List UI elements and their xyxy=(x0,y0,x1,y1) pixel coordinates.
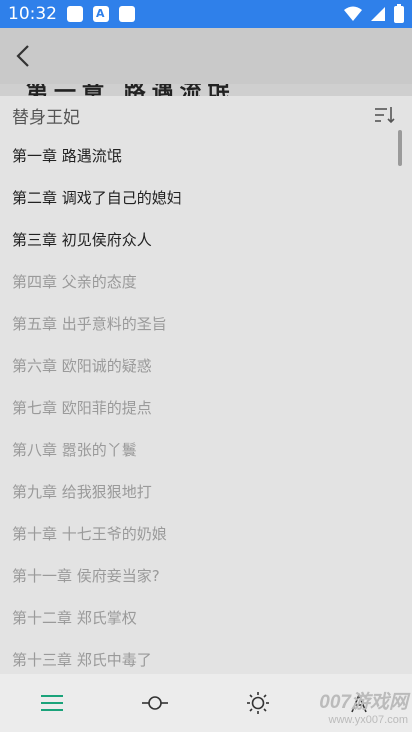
chapter-title: 第七章 欧阳菲的提点 xyxy=(12,398,152,417)
toc-header: 替身王妃 xyxy=(0,96,412,134)
chapter-item[interactable]: 第七章 欧阳菲的提点 xyxy=(0,386,412,428)
chapter-list: 第一章 路遇流氓 第二章 调戏了自己的媳妇 第三章 初见侯府众人 第四章 父亲的… xyxy=(0,134,412,674)
chapter-title: 第八章 嚣张的丫鬟 xyxy=(12,440,137,459)
chapter-title: 第五章 出乎意料的圣旨 xyxy=(12,314,167,333)
chapter-item[interactable]: 第八章 嚣张的丫鬟 xyxy=(0,428,412,470)
chapter-item[interactable]: 第一章 路遇流氓 xyxy=(0,134,412,176)
brightness-button[interactable] xyxy=(234,679,282,727)
wifi-icon xyxy=(344,6,362,21)
progress-slider-icon xyxy=(141,696,168,710)
app-notification-icon xyxy=(93,6,109,22)
sort-icon xyxy=(375,107,395,124)
bottom-toolbar: 007游戏网 www.yx007.com xyxy=(0,674,412,732)
chapter-item[interactable]: 第三章 初见侯府众人 xyxy=(0,218,412,260)
chapter-title: 第九章 给我狠狠地打 xyxy=(12,482,152,501)
book-title: 替身王妃 xyxy=(12,107,80,128)
chapter-title: 第二章 调戏了自己的媳妇 xyxy=(12,188,182,207)
chapter-heading-text: 第一章 路遇流氓 xyxy=(26,84,236,96)
brightness-icon xyxy=(246,692,269,714)
chapter-heading-peek: 第一章 路遇流氓 xyxy=(0,84,412,96)
chapter-title: 第十章 十七王爷的奶娘 xyxy=(12,524,167,543)
watermark-brand: 007游戏网 xyxy=(319,692,408,713)
chapter-item[interactable]: 第十三章 郑氏中毒了 xyxy=(0,638,412,674)
table-of-contents-panel: 替身王妃 第一章 路遇流氓 第二章 调戏了自己的媳妇 第三章 初见侯府众人 第四… xyxy=(0,96,412,674)
chapter-title: 第六章 欧阳诚的疑惑 xyxy=(12,356,152,375)
chapter-item[interactable]: 第十二章 郑氏掌权 xyxy=(0,596,412,638)
status-bar: 10:32 xyxy=(0,0,412,28)
chapter-item[interactable]: 第四章 父亲的态度 xyxy=(0,260,412,302)
app-bar xyxy=(0,28,412,84)
chapter-item[interactable]: 第五章 出乎意料的圣旨 xyxy=(0,302,412,344)
watermark-url: www.yx007.com xyxy=(328,714,408,726)
notification-icon-2 xyxy=(119,6,135,22)
status-time: 10:32 xyxy=(8,4,57,24)
signal-icon xyxy=(371,7,385,21)
chapter-title: 第十一章 侯府妾当家? xyxy=(12,566,160,585)
chapter-item[interactable]: 第十一章 侯府妾当家? xyxy=(0,554,412,596)
scrollbar-thumb[interactable] xyxy=(398,130,402,166)
chapter-title: 第十二章 郑氏掌权 xyxy=(12,608,137,627)
sort-order-button[interactable] xyxy=(370,100,400,130)
chapter-title: 第四章 父亲的态度 xyxy=(12,272,137,291)
chapter-item[interactable]: 第二章 调戏了自己的媳妇 xyxy=(0,176,412,218)
progress-button[interactable] xyxy=(131,679,179,727)
battery-icon xyxy=(394,3,404,23)
back-button[interactable] xyxy=(0,28,48,84)
notification-icon xyxy=(67,6,83,22)
chapter-title: 第三章 初见侯府众人 xyxy=(12,230,152,249)
back-arrow-icon xyxy=(16,45,29,67)
chapter-item[interactable]: 第九章 给我狠狠地打 xyxy=(0,470,412,512)
watermark: 007游戏网 www.yx007.com xyxy=(319,687,408,726)
contents-button[interactable] xyxy=(28,679,76,727)
chapter-title: 第一章 路遇流氓 xyxy=(12,146,122,165)
chapter-item[interactable]: 第六章 欧阳诚的疑惑 xyxy=(0,344,412,386)
chapter-title: 第十三章 郑氏中毒了 xyxy=(12,650,152,669)
chapter-item[interactable]: 第十章 十七王爷的奶娘 xyxy=(0,512,412,554)
menu-icon xyxy=(40,695,63,711)
